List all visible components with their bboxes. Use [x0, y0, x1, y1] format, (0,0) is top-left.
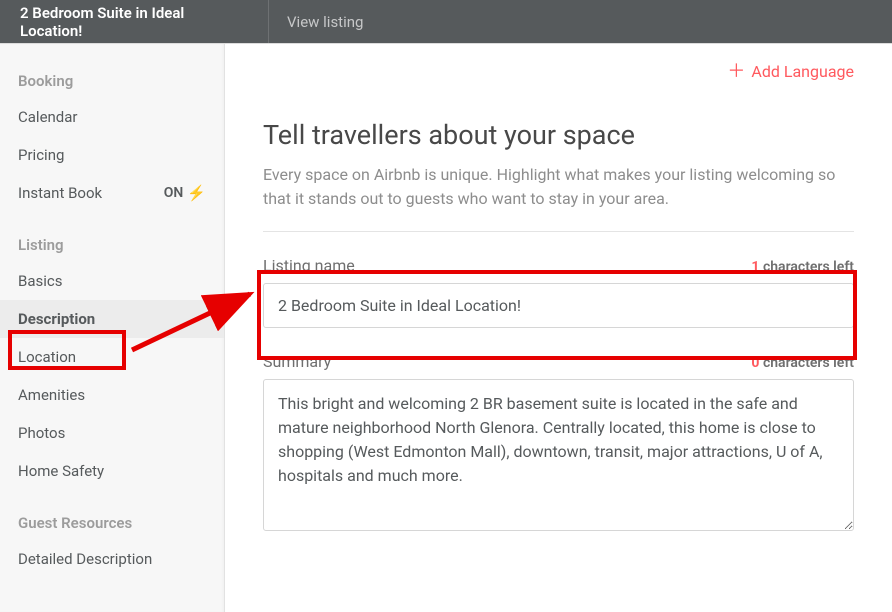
sidebar-item-basics[interactable]: Basics [0, 262, 224, 300]
sidebar-item-label: Instant Book [18, 184, 102, 202]
summary-label: Summary [263, 352, 331, 371]
chars-left-number: 1 [751, 259, 759, 275]
sidebar-section-listing: Listing [0, 226, 224, 262]
sidebar-item-calendar[interactable]: Calendar [0, 98, 224, 136]
listing-name-group: Listing name 1 characters left [263, 256, 854, 328]
listing-title: 2 Bedroom Suite in Ideal Location! [0, 0, 269, 43]
instant-book-toggle[interactable]: ON ⚡ [164, 184, 206, 202]
sidebar-item-label: Description [18, 310, 95, 328]
view-listing-link[interactable]: View listing [269, 0, 381, 43]
sidebar-item-label: Basics [18, 272, 63, 290]
summary-group: Summary 0 characters left [263, 352, 854, 535]
chars-left-suffix: characters left [763, 355, 854, 371]
sidebar-item-home-safety[interactable]: Home Safety [0, 452, 224, 490]
page-subtitle: Every space on Airbnb is unique. Highlig… [263, 163, 854, 232]
sidebar-section-guest-resources: Guest Resources [0, 504, 224, 540]
sidebar-item-label: Amenities [18, 386, 85, 404]
chars-left-number: 0 [751, 355, 759, 371]
sidebar-item-location[interactable]: Location [0, 338, 224, 376]
chars-left-suffix: characters left [763, 259, 854, 275]
sidebar-item-detailed-description[interactable]: Detailed Description [0, 540, 224, 578]
add-language-button[interactable]: ＋ Add Language [727, 62, 854, 81]
sidebar-item-label: Home Safety [18, 462, 104, 480]
add-language-label: Add Language [751, 62, 854, 81]
sidebar-item-label: Calendar [18, 108, 78, 126]
sidebar-section-booking: Booking [0, 62, 224, 98]
topbar: 2 Bedroom Suite in Ideal Location! View … [0, 0, 892, 43]
sidebar-item-instant-book[interactable]: Instant Book ON ⚡ [0, 174, 224, 212]
summary-chars-left: 0 characters left [751, 355, 854, 371]
toggle-state: ON [164, 185, 184, 201]
sidebar-item-label: Location [18, 348, 76, 366]
plus-icon: ＋ [727, 63, 745, 81]
summary-textarea[interactable] [263, 379, 854, 531]
sidebar-item-label: Photos [18, 424, 65, 442]
bolt-icon: ⚡ [187, 184, 206, 202]
listing-name-input[interactable] [263, 283, 854, 328]
main-content: ＋ Add Language Tell travellers about you… [225, 44, 892, 612]
sidebar-item-description[interactable]: Description [0, 300, 224, 338]
sidebar-item-amenities[interactable]: Amenities [0, 376, 224, 414]
sidebar-item-pricing[interactable]: Pricing [0, 136, 224, 174]
sidebar-item-photos[interactable]: Photos [0, 414, 224, 452]
listing-name-label: Listing name [263, 256, 355, 275]
sidebar-item-label: Detailed Description [18, 550, 152, 568]
sidebar-item-label: Pricing [18, 146, 64, 164]
page-title: Tell travellers about your space [263, 119, 854, 151]
sidebar: Booking Calendar Pricing Instant Book ON… [0, 44, 225, 612]
listing-name-chars-left: 1 characters left [751, 259, 854, 275]
